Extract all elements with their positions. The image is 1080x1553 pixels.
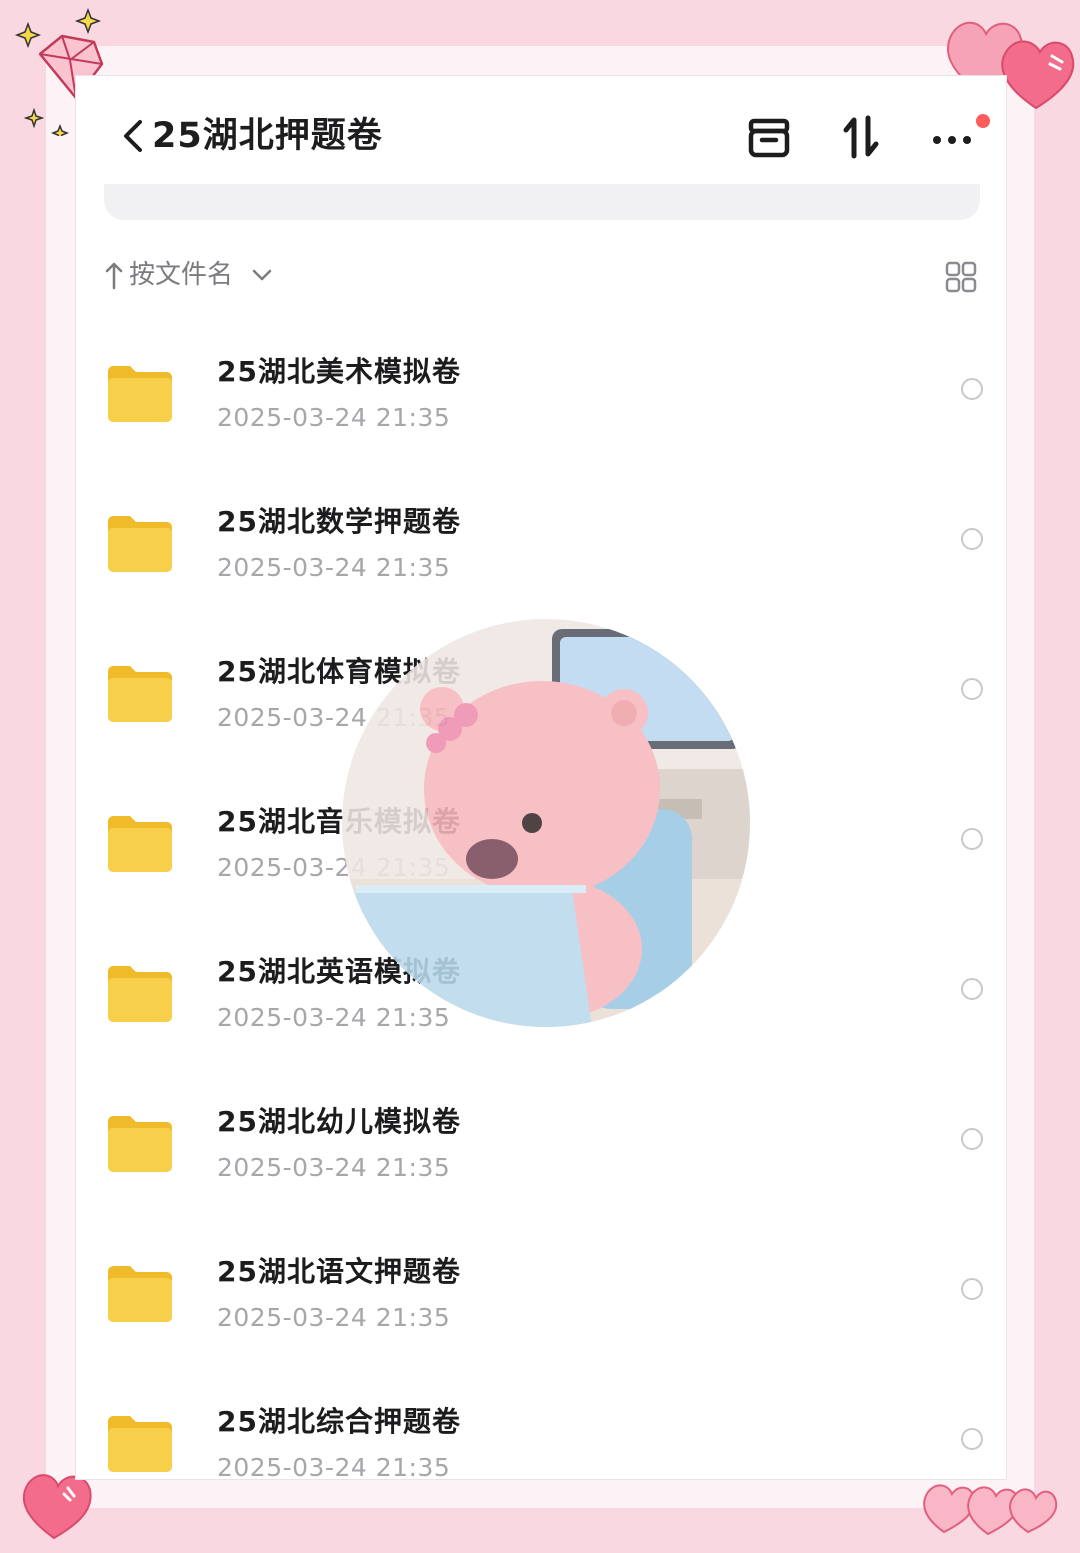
grid-view-icon[interactable] [944,260,978,294]
list-item[interactable]: 25湖北美术模拟卷 2025-03-24 21:35 [76,314,1006,464]
select-radio[interactable] [961,378,983,400]
page-title: 25湖北押题卷 [152,116,383,156]
select-radio[interactable] [961,978,983,1000]
select-radio[interactable] [961,528,983,550]
folder-icon [108,666,172,722]
folder-icon [108,816,172,872]
list-item[interactable]: 25湖北语文押题卷 2025-03-24 21:35 [76,1214,1006,1364]
list-item[interactable]: 25湖北数学押题卷 2025-03-24 21:35 [76,464,1006,614]
folder-icon [108,1116,172,1172]
sort-bar: 按文件名 [76,248,1006,304]
file-name: 25湖北数学押题卷 [217,505,461,538]
top-nav-bar: 25湖北押题卷 [76,76,1006,196]
list-item[interactable]: 25湖北综合押题卷 2025-03-24 21:35 [76,1364,1006,1480]
back-chevron-icon[interactable] [118,116,148,156]
search-bar[interactable] [104,184,980,220]
hearts-decoration-bottom-right [923,1484,1058,1536]
file-date: 2025-03-24 21:35 [217,1153,451,1182]
select-radio[interactable] [961,678,983,700]
file-date: 2025-03-24 21:35 [217,403,451,432]
folder-icon [108,516,172,572]
bear-sticker-image [342,619,750,1027]
folder-icon [108,1416,172,1472]
list-item[interactable]: 25湖北幼儿模拟卷 2025-03-24 21:35 [76,1064,1006,1214]
file-name: 25湖北美术模拟卷 [217,355,461,388]
sort-icon[interactable] [836,112,886,162]
box-icon[interactable] [744,112,794,162]
select-radio[interactable] [961,1428,983,1450]
file-name: 25湖北幼儿模拟卷 [217,1105,461,1138]
select-radio[interactable] [961,1128,983,1150]
folder-icon [108,1266,172,1322]
file-name: 25湖北综合押题卷 [217,1405,461,1438]
file-name: 25湖北语文押题卷 [217,1255,461,1288]
more-icon[interactable] [926,112,976,162]
folder-icon [108,366,172,422]
folder-icon [108,966,172,1022]
file-date: 2025-03-24 21:35 [217,1453,451,1480]
file-date: 2025-03-24 21:35 [217,1003,451,1032]
sort-label[interactable]: 按文件名 [129,256,233,294]
sort-ascending-arrow-icon[interactable] [104,260,124,290]
select-radio[interactable] [961,1278,983,1300]
select-radio[interactable] [961,828,983,850]
file-date: 2025-03-24 21:35 [217,1303,451,1332]
notification-dot [976,114,990,128]
file-date: 2025-03-24 21:35 [217,553,451,582]
chevron-down-icon[interactable] [252,268,272,282]
